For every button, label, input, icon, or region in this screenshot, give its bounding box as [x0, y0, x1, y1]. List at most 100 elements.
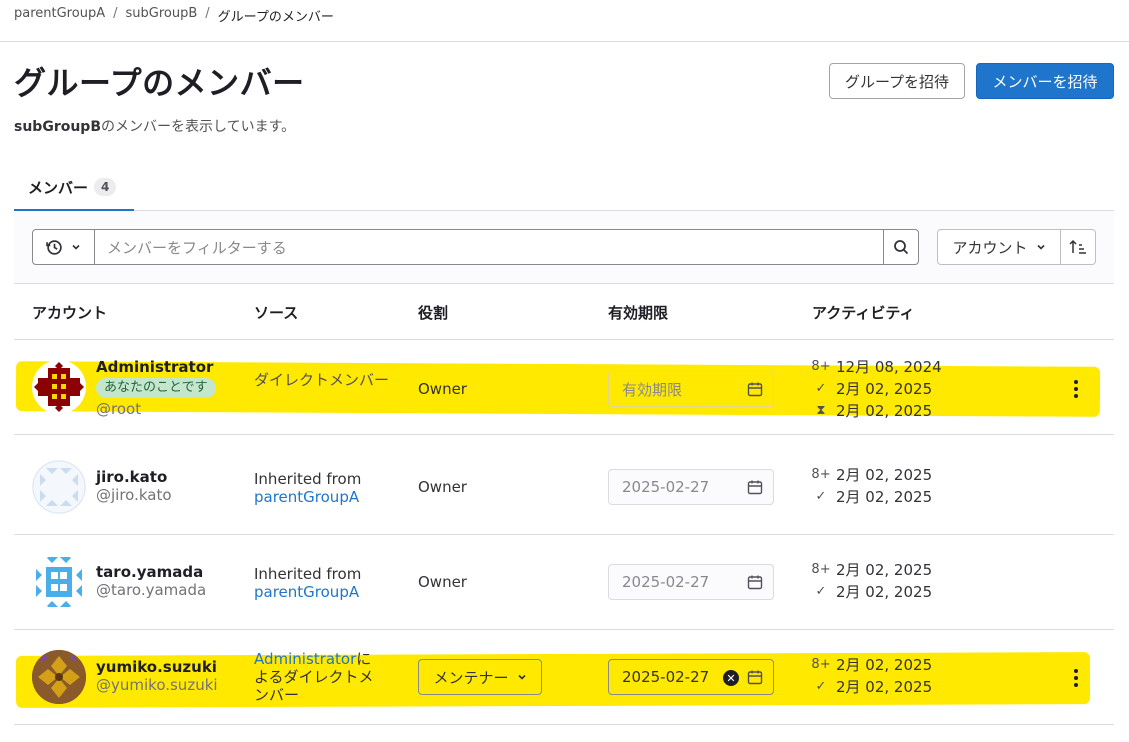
- source-prefix: Inherited from: [254, 565, 362, 583]
- role-dropdown[interactable]: メンテナー: [418, 659, 542, 695]
- breadcrumb-separator: /: [113, 6, 118, 21]
- check-icon: ✓: [815, 381, 827, 396]
- table-row: jiro.kato @jiro.kato Inherited from pare…: [14, 440, 1114, 535]
- column-header-expiration: 有効期限: [608, 304, 669, 322]
- invite-member-button[interactable]: メンバーを招待: [976, 63, 1114, 99]
- tabs-bar: メンバー 4: [14, 165, 1114, 211]
- activity-info: 8+ 2月 02, 2025 ✓ 2月 02, 2025: [811, 654, 933, 698]
- table-row: yumiko.suzuki @yumiko.suzuki Administrat…: [14, 630, 1114, 725]
- role-dropdown-label: メンテナー: [433, 668, 509, 687]
- expiration-date-value: 2025-02-27: [622, 573, 710, 591]
- sort-field-dropdown[interactable]: アカウント: [937, 229, 1061, 265]
- column-header-activity: アクティビティ: [812, 304, 915, 322]
- expiration-date-input: 2025-02-27: [608, 469, 774, 505]
- column-header-source: ソース: [254, 304, 299, 322]
- member-username: @taro.yamada: [96, 581, 207, 599]
- account-info: taro.yamada @taro.yamada: [96, 563, 206, 599]
- avatar: [32, 555, 86, 609]
- breadcrumb: parentGroupA / subGroupB / グループのメンバー: [14, 6, 334, 25]
- account-info: Administrator あなたのことです @root: [96, 358, 216, 418]
- breadcrumb-item-parent[interactable]: parentGroupA: [14, 6, 105, 25]
- filter-members-input[interactable]: メンバーをフィルターする: [94, 229, 884, 265]
- table-row: Administrator あなたのことです @root ダイレクトメンバー O…: [14, 340, 1114, 435]
- hourglass-icon: ⧗: [816, 403, 826, 418]
- history-icon: [46, 239, 62, 255]
- chevron-down-icon: [72, 244, 80, 250]
- more-actions-button[interactable]: [1066, 664, 1086, 692]
- clear-date-icon[interactable]: ✕: [723, 670, 739, 686]
- member-name[interactable]: Administrator: [96, 358, 216, 376]
- table-row: taro.yamada @taro.yamada Inherited from …: [14, 535, 1114, 630]
- member-username: @yumiko.suzuki: [96, 676, 218, 694]
- expiration-date-value: 2025-02-27: [622, 478, 710, 496]
- invite-group-button[interactable]: グループを招待: [829, 63, 965, 99]
- avatar: [32, 360, 86, 414]
- calendar-icon: [747, 575, 763, 590]
- tab-members-label: メンバー: [28, 178, 89, 197]
- recent-searches-button[interactable]: [32, 229, 95, 265]
- member-count-badge: 4: [94, 178, 117, 196]
- member-name[interactable]: jiro.kato: [96, 468, 172, 486]
- avatar: [32, 650, 86, 704]
- member-role: Owner: [418, 380, 467, 398]
- source-user-link[interactable]: Administrator: [254, 650, 356, 668]
- subtitle-group-name: subGroupB: [14, 119, 101, 135]
- breadcrumb-item-subgroup[interactable]: subGroupB: [125, 6, 197, 25]
- activity-info: 8+ 2月 02, 2025 ✓ 2月 02, 2025: [811, 559, 933, 603]
- more-actions-button[interactable]: [1066, 375, 1086, 403]
- member-name[interactable]: taro.yamada: [96, 563, 206, 581]
- table-header: アカウント ソース 役割 有効期限 アクティビティ: [14, 284, 1114, 340]
- sort-ascending-icon: [1069, 239, 1086, 254]
- activity-created: 12月 08, 2024: [836, 358, 942, 376]
- activity-info: 8+ 2月 02, 2025 ✓ 2月 02, 2025: [811, 464, 933, 508]
- source-group-link[interactable]: parentGroupA: [254, 583, 359, 601]
- activity-created: 2月 02, 2025: [836, 466, 933, 484]
- activity-created: 2月 02, 2025: [836, 561, 933, 579]
- column-header-account: アカウント: [32, 304, 108, 322]
- member-username: @jiro.kato: [96, 486, 172, 504]
- header-divider: [0, 41, 1129, 42]
- activity-info: 8+ 12月 08, 2024 ✓ 2月 02, 2025 ⧗ 2月 02, 2025: [811, 356, 942, 422]
- member-name[interactable]: yumiko.suzuki: [96, 658, 218, 676]
- expiration-date-input[interactable]: 有効期限: [608, 371, 774, 407]
- calendar-icon: [747, 480, 763, 495]
- breadcrumb-item-current[interactable]: グループのメンバー: [218, 6, 334, 25]
- expiration-date-value: 2025-02-27: [622, 668, 710, 686]
- member-username: @root: [96, 400, 142, 418]
- activity-access-granted: 2月 02, 2025: [836, 678, 933, 696]
- user-add-icon: 8+: [811, 467, 831, 482]
- source-group-link[interactable]: parentGroupA: [254, 488, 359, 506]
- activity-last-active: 2月 02, 2025: [836, 402, 933, 420]
- calendar-icon[interactable]: [747, 669, 763, 685]
- sort-field-label: アカウント: [952, 238, 1028, 257]
- search-icon: [894, 240, 909, 255]
- check-icon: ✓: [815, 489, 827, 504]
- member-role: Owner: [418, 573, 467, 591]
- search-button[interactable]: [883, 229, 919, 265]
- member-source: Administratorによるダイレクトメンバー: [254, 650, 384, 704]
- filter-bar: メンバーをフィルターする アカウント: [14, 211, 1114, 284]
- member-source: Inherited from parentGroupA: [254, 565, 394, 601]
- subtitle-text: のメンバーを表示しています。: [101, 119, 296, 135]
- page-subtitle: subGroupBのメンバーを表示しています。: [14, 116, 295, 136]
- member-source: Inherited from parentGroupA: [254, 470, 394, 506]
- tab-members[interactable]: メンバー 4: [14, 165, 134, 211]
- user-add-icon: 8+: [811, 359, 831, 374]
- account-info: yumiko.suzuki @yumiko.suzuki: [96, 658, 218, 694]
- expiration-placeholder: 有効期限: [622, 380, 683, 399]
- avatar: [32, 460, 86, 514]
- source-prefix: Inherited from: [254, 470, 362, 488]
- activity-access-granted: 2月 02, 2025: [836, 583, 933, 601]
- column-header-role: 役割: [418, 304, 449, 322]
- activity-access-granted: 2月 02, 2025: [836, 380, 933, 398]
- expiration-date-input[interactable]: 2025-02-27 ✕: [608, 659, 774, 695]
- activity-access-granted: 2月 02, 2025: [836, 488, 933, 506]
- check-icon: ✓: [815, 679, 827, 694]
- member-role: Owner: [418, 478, 467, 496]
- chevron-down-icon: [517, 674, 526, 680]
- user-add-icon: 8+: [811, 657, 831, 672]
- sort-direction-button[interactable]: [1060, 229, 1096, 265]
- calendar-icon: [747, 382, 763, 397]
- member-source: ダイレクトメンバー: [254, 371, 390, 389]
- page-title: グループのメンバー: [14, 64, 305, 102]
